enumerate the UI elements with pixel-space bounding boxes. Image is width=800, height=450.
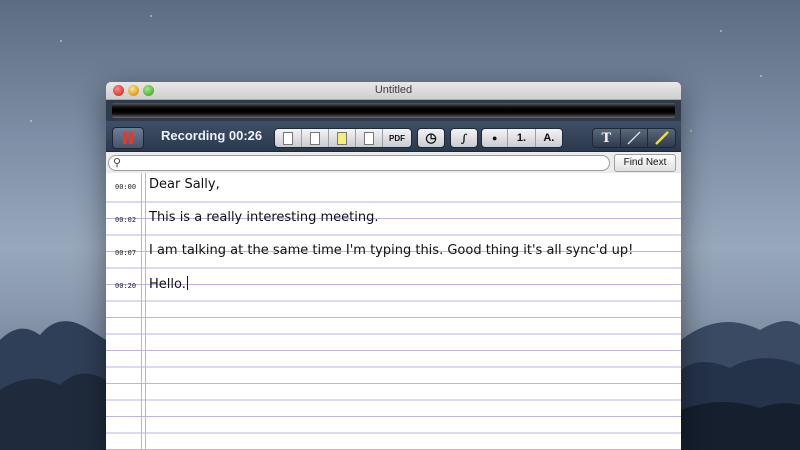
- timestamp[interactable]: 00:00: [115, 183, 136, 191]
- audio-scrubber[interactable]: [112, 103, 675, 118]
- lined-paper-button[interactable]: [302, 129, 329, 147]
- timestamp[interactable]: 00:02: [115, 216, 136, 224]
- pause-icon-bar: [129, 132, 133, 144]
- equation-segment: ∫: [450, 128, 478, 148]
- grid-paper-button[interactable]: [356, 129, 383, 147]
- input-mode-segment: T: [592, 128, 676, 148]
- lettered-list-button[interactable]: A.: [536, 129, 562, 147]
- minimize-window-button[interactable]: [128, 85, 139, 96]
- yellow-paper-button[interactable]: [329, 129, 356, 147]
- pen-tool-button[interactable]: [621, 129, 649, 147]
- pdf-button[interactable]: PDF: [383, 129, 411, 147]
- find-next-button[interactable]: Find Next: [614, 154, 676, 172]
- title-bar[interactable]: Untitled: [106, 82, 681, 100]
- recording-status: Recording 00:26: [161, 128, 263, 143]
- timestamp[interactable]: 00:07: [115, 249, 136, 257]
- bullet-list-button[interactable]: ●: [482, 129, 509, 147]
- close-window-button[interactable]: [113, 85, 124, 96]
- highlighter-tool-button[interactable]: [648, 129, 675, 147]
- paper-style-segment: PDF: [274, 128, 412, 148]
- note-text[interactable]: I am talking at the same time I'm typing…: [149, 243, 633, 258]
- page-yellow-icon: [337, 131, 347, 145]
- list-style-segment: ● 1. A.: [481, 128, 563, 148]
- plain-paper-button[interactable]: [275, 129, 302, 147]
- search-icon: ⚲: [113, 157, 122, 169]
- numbered-list-button[interactable]: 1.: [508, 129, 536, 147]
- page-white-icon: [283, 131, 293, 145]
- clock-icon: ◷: [425, 130, 437, 145]
- window-title: Untitled: [374, 84, 413, 96]
- page-grid-icon: [364, 131, 374, 145]
- timestamp[interactable]: 00:20: [115, 282, 136, 290]
- search-bar: ⚲ Find Next: [106, 152, 681, 175]
- pen-icon: [627, 131, 641, 145]
- notes-window: Untitled Recording 00:26 PDF ◷ ∫ ● 1. A.: [106, 82, 681, 450]
- zoom-window-button[interactable]: [143, 85, 154, 96]
- note-text[interactable]: Hello.: [149, 277, 186, 292]
- pause-recording-button[interactable]: [112, 127, 144, 149]
- note-line[interactable]: 00:02 This is a really interesting meeti…: [106, 210, 681, 228]
- text-caret: [186, 276, 188, 290]
- text-tool-button[interactable]: T: [593, 129, 621, 147]
- equation-button[interactable]: ∫: [451, 129, 477, 147]
- note-text[interactable]: Dear Sally,: [149, 177, 220, 192]
- notes-paper[interactable]: 00:00 Dear Sally, 00:02 This is a really…: [106, 173, 681, 450]
- note-text-active[interactable]: Hello.: [149, 276, 188, 292]
- toolbar: Recording 00:26 PDF ◷ ∫ ● 1. A. T: [106, 121, 681, 152]
- audio-waveform-track: [106, 100, 681, 121]
- pause-icon: [123, 132, 127, 144]
- page-lined-icon: [310, 131, 320, 145]
- note-line[interactable]: 00:20 Hello.: [106, 276, 681, 294]
- highlighter-icon: [654, 131, 669, 145]
- clock-button[interactable]: ◷: [418, 129, 444, 147]
- note-line[interactable]: 00:07 I am talking at the same time I'm …: [106, 243, 681, 261]
- note-text[interactable]: This is a really interesting meeting.: [149, 210, 379, 225]
- search-input[interactable]: ⚲: [108, 155, 610, 171]
- timestamp-segment: ◷: [417, 128, 445, 148]
- note-line[interactable]: 00:00 Dear Sally,: [106, 177, 681, 195]
